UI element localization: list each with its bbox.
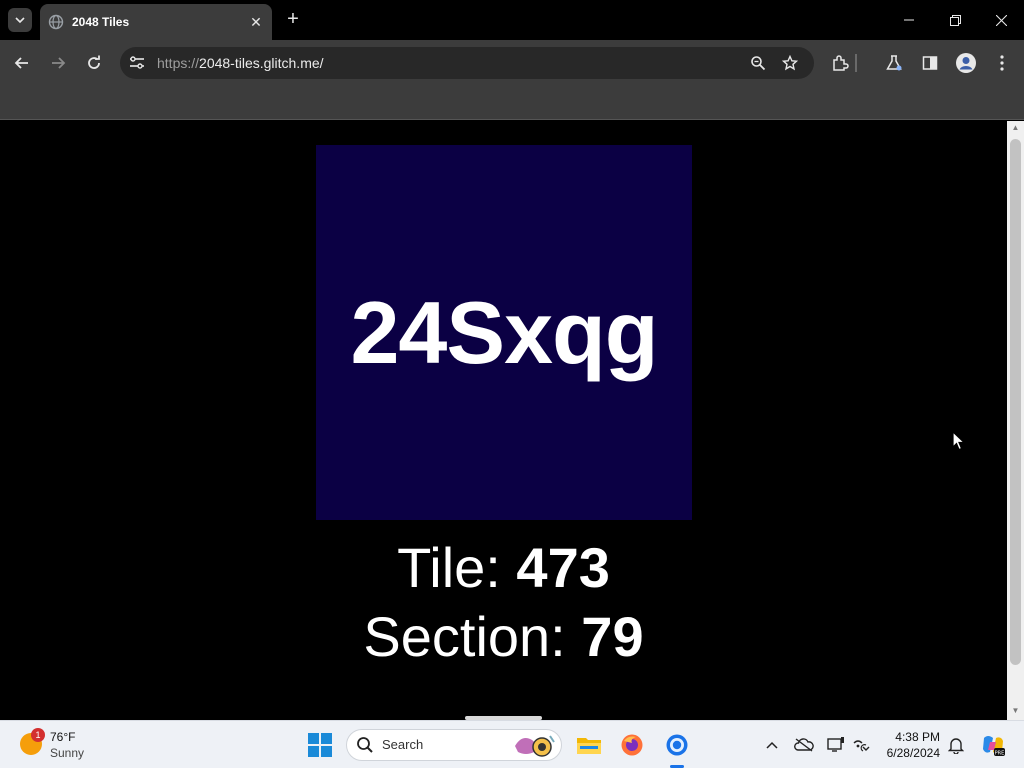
- search-icon: [357, 737, 373, 753]
- forward-button[interactable]: [44, 49, 72, 77]
- title-bar: 2048 Tiles ✕ +: [0, 0, 1024, 40]
- new-tab-button[interactable]: +: [282, 8, 304, 30]
- tile-number-line: Tile: 473: [0, 535, 1007, 600]
- mouse-cursor-icon: [952, 431, 966, 451]
- arrow-left-icon: [14, 57, 28, 69]
- url-host: 2048-tiles.glitch.me: [199, 55, 320, 71]
- url-text[interactable]: https://2048-tiles.glitch.me/: [157, 55, 324, 71]
- notification-bell-icon[interactable]: [946, 735, 966, 755]
- clock-time[interactable]: 4:38 PM: [880, 730, 940, 744]
- reload-icon: [88, 55, 100, 69]
- side-panel-icon[interactable]: [918, 51, 942, 75]
- menu-kebab-icon[interactable]: [990, 51, 1014, 75]
- tile-number: 473: [516, 536, 610, 599]
- url-path: /: [319, 55, 324, 71]
- network-icon[interactable]: [851, 735, 871, 755]
- restore-icon: [949, 14, 961, 26]
- reload-button[interactable]: [80, 49, 108, 77]
- tile-text: 24Sxqg: [350, 282, 658, 382]
- tile-card: 24Sxqg: [316, 145, 692, 520]
- section-label: Section:: [363, 605, 582, 668]
- profile-avatar[interactable]: [954, 51, 978, 75]
- clock-date[interactable]: 6/28/2024: [880, 746, 940, 760]
- arrow-right-icon: [52, 57, 66, 69]
- site-info-icon[interactable]: [128, 55, 146, 71]
- back-button[interactable]: [8, 49, 36, 77]
- chevron-up-icon[interactable]: [762, 735, 782, 755]
- copilot-icon[interactable]: PRE: [980, 732, 1006, 758]
- scroll-thumb[interactable]: [1010, 139, 1021, 665]
- tab-2048-tiles[interactable]: 2048 Tiles ✕: [40, 4, 272, 40]
- globe-icon: [48, 14, 64, 30]
- bookmarks-bar: [0, 86, 1024, 120]
- tab-search-button[interactable]: [8, 8, 32, 32]
- scroll-up-arrow-icon[interactable]: ▲: [1007, 123, 1024, 135]
- display-icon[interactable]: [826, 735, 846, 755]
- close-icon: [995, 14, 1007, 26]
- bookmark-star-icon[interactable]: [778, 51, 802, 75]
- weather-badge: 1: [31, 728, 45, 742]
- restore-button[interactable]: [932, 0, 978, 40]
- firefox-icon[interactable]: [618, 731, 646, 759]
- weather-temperature[interactable]: 76°F: [50, 730, 75, 744]
- vertical-scrollbar[interactable]: ▲ ▼: [1007, 121, 1024, 720]
- zoom-icon[interactable]: [746, 51, 770, 75]
- weather-condition[interactable]: Sunny: [50, 746, 84, 760]
- tile-label: Tile:: [397, 536, 517, 599]
- section-number-line: Section: 79: [0, 604, 1007, 669]
- svg-text:PRE: PRE: [995, 751, 1005, 757]
- onedrive-offline-icon[interactable]: [794, 735, 814, 755]
- labs-flask-icon[interactable]: [882, 51, 906, 75]
- search-highlight-icon: [515, 735, 555, 757]
- url-scheme: https://: [157, 55, 200, 71]
- toolbar-divider: [855, 54, 857, 72]
- minimize-icon: [904, 19, 914, 21]
- chrome-icon[interactable]: [663, 731, 691, 759]
- start-windows-icon[interactable]: [308, 733, 332, 757]
- minimize-button[interactable]: [886, 0, 932, 40]
- search-label: Search: [382, 737, 424, 752]
- tab-title: 2048 Tiles: [72, 15, 130, 29]
- scroll-down-arrow-icon[interactable]: ▼: [1007, 706, 1024, 718]
- section-number: 79: [581, 605, 644, 668]
- close-tab-icon[interactable]: ✕: [248, 14, 264, 31]
- extensions-icon[interactable]: [828, 51, 852, 75]
- windows-taskbar: 1 76°F Sunny Search 4:38 PM 6/28/2024 PR…: [0, 720, 1024, 768]
- chevron-down-icon: [15, 17, 25, 24]
- page-viewport: 24Sxqg Tile: 473 Section: 79: [0, 121, 1007, 720]
- file-explorer-icon[interactable]: [575, 731, 603, 759]
- close-window-button[interactable]: [978, 0, 1024, 40]
